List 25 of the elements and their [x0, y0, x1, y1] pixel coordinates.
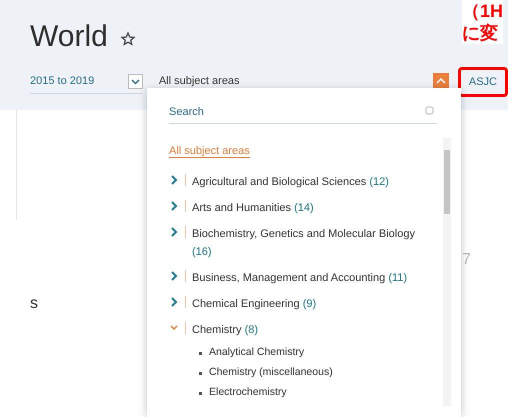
subcategory-item[interactable]: Analytical Chemistry: [209, 345, 304, 361]
asjc-button[interactable]: ASJC: [458, 67, 508, 97]
chevron-right-icon[interactable]: [169, 270, 179, 282]
chevron-down-icon[interactable]: [169, 323, 179, 333]
text-fragment: 7: [462, 250, 471, 270]
subject-item[interactable]: Chemistry (8): [192, 321, 432, 339]
subcategory-item[interactable]: Chemistry (miscellaneous): [209, 365, 333, 381]
chevron-down-icon: [128, 74, 143, 89]
subject-item[interactable]: Biochemistry, Genetics and Molecular Biology (16): [192, 225, 432, 261]
year-select[interactable]: 2015 to 2019: [30, 70, 143, 94]
chevron-right-icon[interactable]: [169, 296, 179, 308]
subject-item[interactable]: Business, Management and Accounting (11): [192, 269, 432, 287]
annotation-label: （1H に変: [462, 0, 504, 44]
subject-item[interactable]: Agricultural and Biological Sciences (12): [192, 173, 432, 191]
chevron-right-icon[interactable]: [169, 226, 179, 238]
page-title: World: [30, 19, 108, 55]
subcategory-item[interactable]: Electrochemistry: [209, 385, 287, 401]
chevron-right-icon[interactable]: [169, 174, 179, 186]
text-fragment: s: [30, 294, 38, 314]
chevron-right-icon[interactable]: [169, 200, 179, 212]
subject-item[interactable]: Arts and Humanities (14): [192, 199, 432, 217]
star-icon[interactable]: [120, 30, 136, 46]
search-icon: [425, 106, 435, 116]
subject-item[interactable]: Chemical Engineering (9): [192, 295, 432, 313]
search-field[interactable]: Search: [169, 100, 437, 124]
